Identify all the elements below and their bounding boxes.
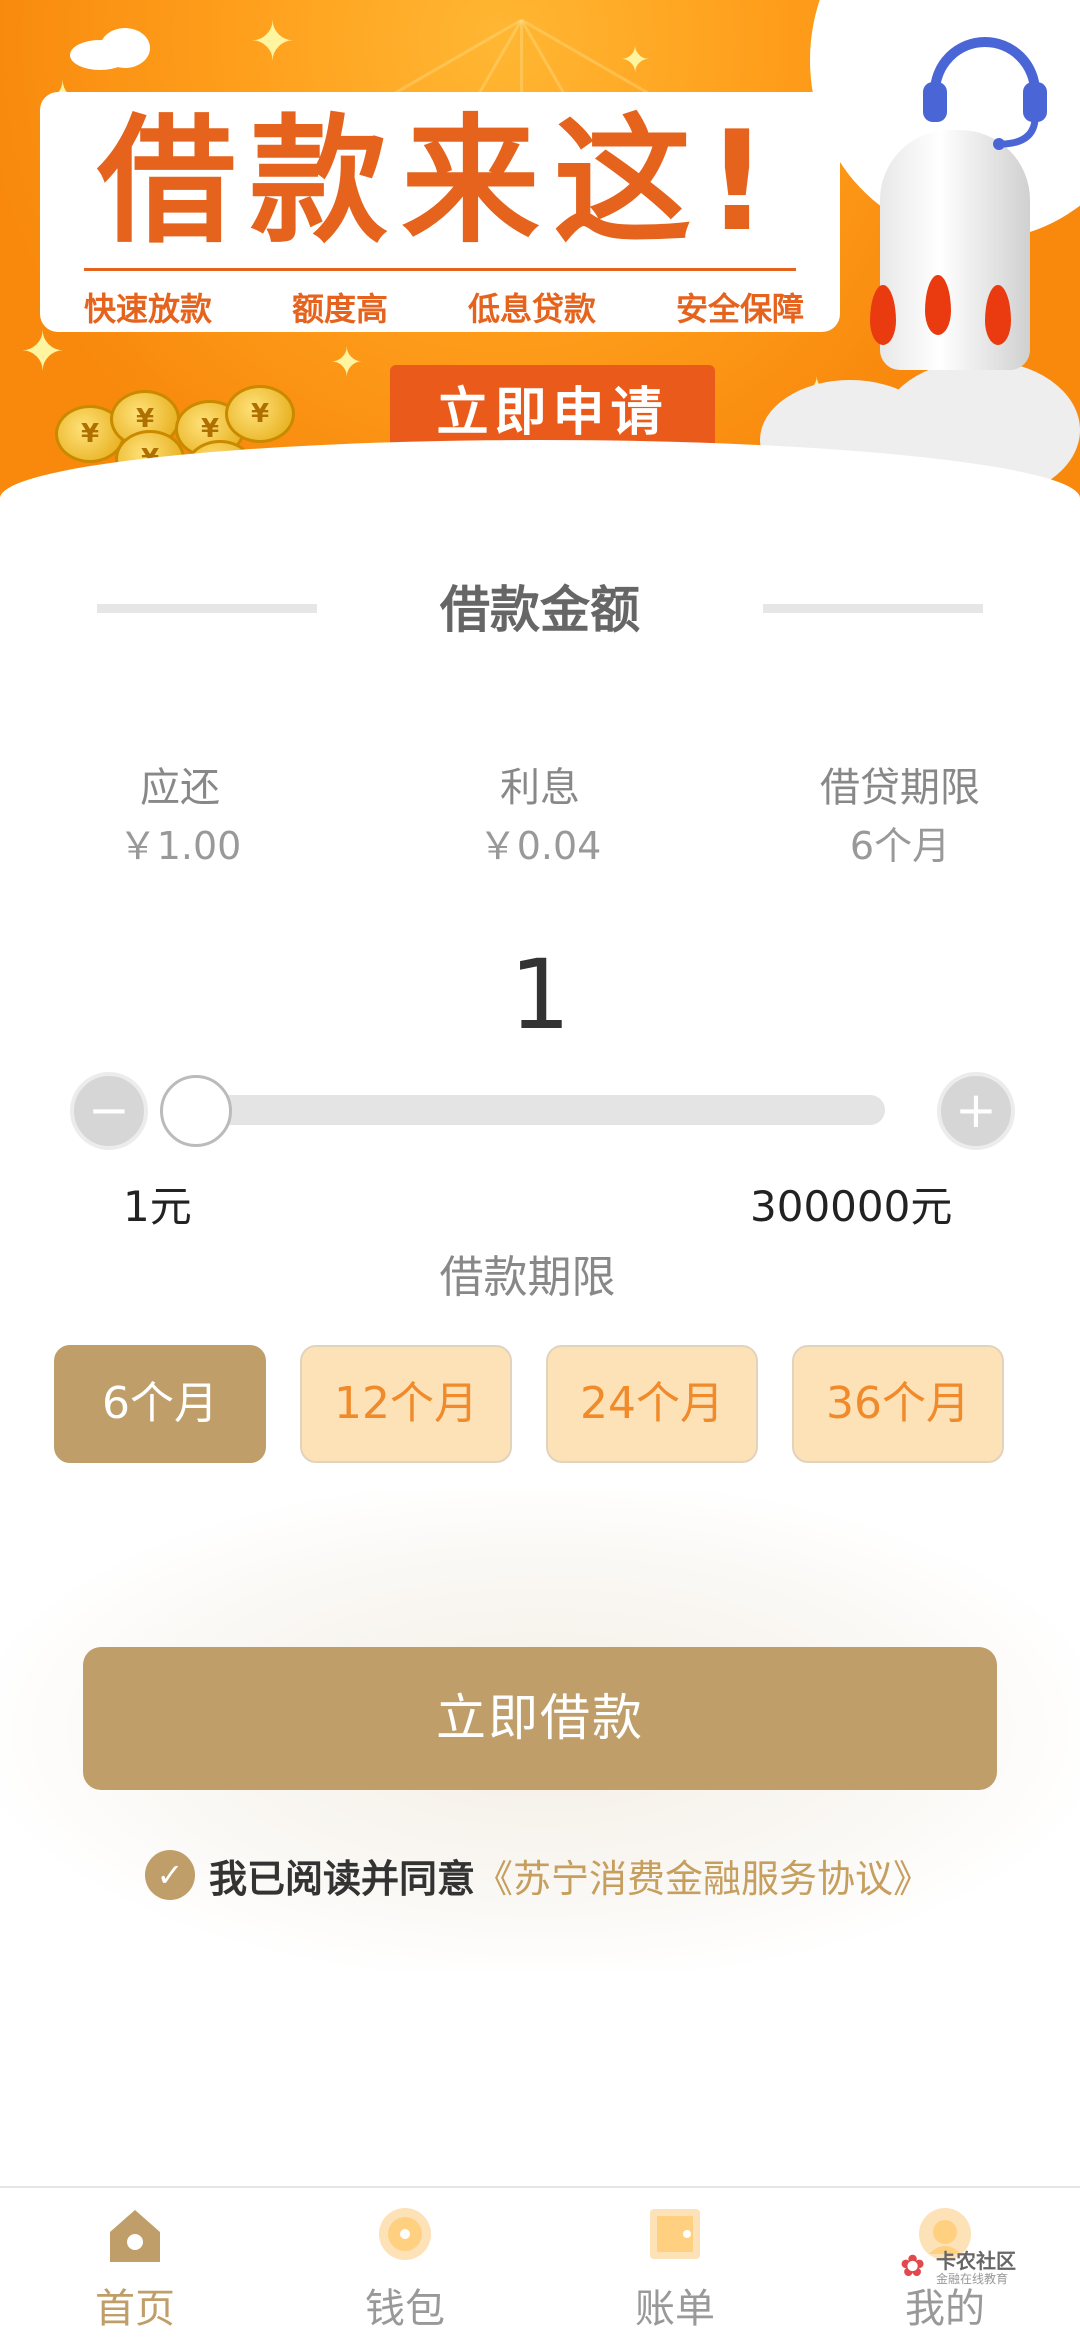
- banner-card: 借款来这! 快速放款 额度高 低息贷款 安全保障: [40, 92, 840, 332]
- banner-title: 借款来这!: [97, 101, 783, 262]
- agreement-text: 我已阅读并同意: [209, 1856, 476, 1901]
- max-amount-label: 300000元: [750, 1182, 953, 1231]
- sparkle-icon: ✦: [250, 10, 296, 73]
- loan-term-options: 6个月 12个月 24个月 36个月: [54, 1345, 1004, 1463]
- watermark-subtitle: 金融在线教育: [936, 2272, 1009, 2286]
- summary-interest: 利息 ￥0.04: [360, 760, 720, 876]
- agreement-checkbox[interactable]: ✓: [145, 1850, 195, 1900]
- borrow-now-button[interactable]: 立即借款: [83, 1647, 997, 1790]
- loan-amount-header: 借款金额: [0, 575, 1080, 645]
- watermark: ✿ 卡农社区 金融在线教育: [900, 2250, 1030, 2290]
- watermark-title: 卡农社区: [936, 2249, 1016, 2273]
- home-icon: [110, 2210, 160, 2262]
- cloud-decoration: [100, 28, 150, 68]
- term-option-24[interactable]: 24个月: [546, 1345, 758, 1463]
- term-option-36[interactable]: 36个月: [792, 1345, 1004, 1463]
- sparkle-icon: ✦: [620, 40, 651, 81]
- feature-label: 低息贷款: [467, 290, 596, 328]
- agreement-row: ✓ 我已阅读并同意 《苏宁消费金融服务协议》: [145, 1845, 931, 1905]
- tab-label: 钱包: [365, 2286, 445, 2332]
- coin-icon: ¥: [225, 385, 295, 443]
- summary-label: 利息: [500, 765, 580, 811]
- agreement-link[interactable]: 《苏宁消费金融服务协议》: [475, 1848, 931, 1903]
- feature-label: 额度高: [291, 290, 388, 328]
- loan-term-title: 借款期限: [439, 1252, 616, 1303]
- tab-bill[interactable]: 账单: [540, 2188, 810, 2342]
- increase-amount-button[interactable]: +: [937, 1072, 1015, 1150]
- tab-label: 我的: [905, 2286, 985, 2332]
- banner-features: 快速放款 额度高 低息贷款 安全保障: [84, 284, 804, 330]
- loan-amount-value: 1: [509, 939, 571, 1051]
- wallet-icon: [379, 2208, 431, 2260]
- summary-term: 借贷期限 6个月: [720, 760, 1080, 876]
- decrease-amount-button[interactable]: −: [70, 1072, 148, 1150]
- feature-label: 快速放款: [84, 290, 213, 328]
- summary-repay: 应还 ￥1.00: [0, 760, 360, 876]
- repayment-summary: 应还 ￥1.00 利息 ￥0.04 借贷期限 6个月: [0, 760, 1080, 876]
- amount-slider-thumb[interactable]: [160, 1075, 232, 1147]
- bill-icon: [650, 2209, 700, 2259]
- term-option-12[interactable]: 12个月: [300, 1345, 512, 1463]
- tab-home[interactable]: 首页: [0, 2188, 270, 2342]
- feature-label: 安全保障: [675, 290, 804, 328]
- customer-service-icon[interactable]: [915, 20, 1055, 150]
- summary-label: 应还: [140, 765, 220, 811]
- divider: [763, 604, 983, 613]
- summary-value: ￥1.00: [118, 824, 242, 868]
- tab-label: 首页: [95, 2286, 175, 2332]
- watermark-logo-icon: ✿: [900, 2249, 926, 2284]
- banner-divider: [84, 268, 796, 271]
- sparkle-icon: ✦: [330, 340, 364, 386]
- amount-slider-track[interactable]: [160, 1095, 885, 1125]
- summary-value: ￥0.04: [478, 824, 602, 868]
- tab-wallet[interactable]: 钱包: [270, 2188, 540, 2342]
- term-option-6[interactable]: 6个月: [54, 1345, 266, 1463]
- tab-label: 账单: [635, 2286, 715, 2332]
- summary-value: 6个月: [849, 824, 951, 868]
- min-amount-label: 1元: [123, 1182, 192, 1231]
- summary-label: 借贷期限: [820, 765, 980, 811]
